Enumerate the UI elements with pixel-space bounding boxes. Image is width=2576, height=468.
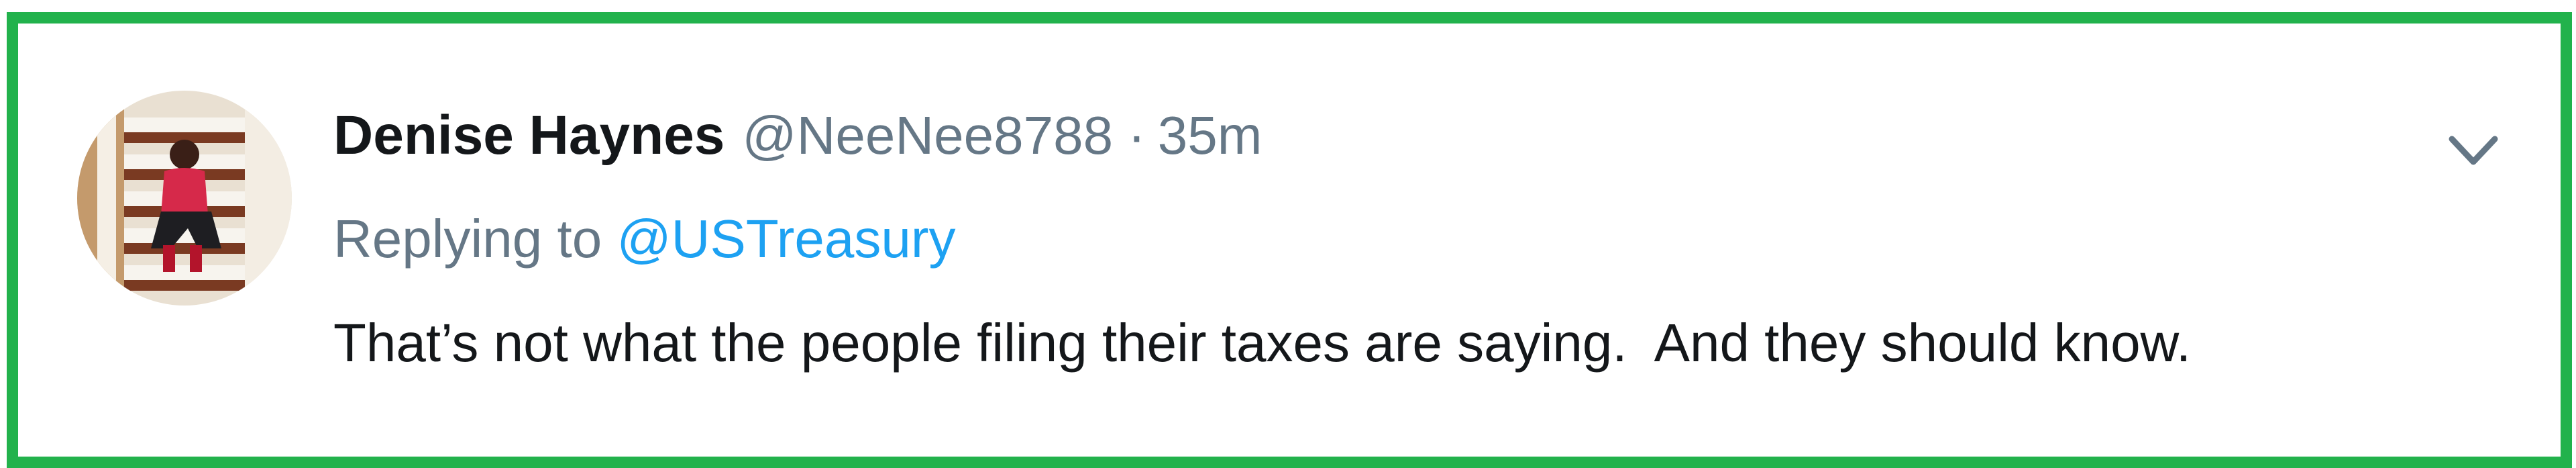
separator-dot: · (1128, 105, 1146, 165)
replying-to: Replying to @USTreasury (333, 208, 955, 270)
avatar[interactable] (77, 91, 292, 306)
timestamp[interactable]: 35m (1158, 105, 1263, 167)
replying-to-link[interactable]: @USTreasury (616, 209, 955, 269)
chevron-down-icon[interactable] (2440, 124, 2507, 178)
tweet-card: Denise Haynes @NeeNee8788 · 35m Replying… (7, 12, 2572, 468)
replying-to-label: Replying to (333, 209, 617, 269)
tweet-text: That’s not what the people filing their … (333, 313, 2192, 373)
avatar-photo (77, 91, 292, 306)
tweet-header: Denise Haynes @NeeNee8788 · 35m (333, 104, 1262, 178)
author-handle[interactable]: @NeeNee8788 (742, 105, 1113, 167)
author-name[interactable]: Denise Haynes (333, 104, 724, 167)
